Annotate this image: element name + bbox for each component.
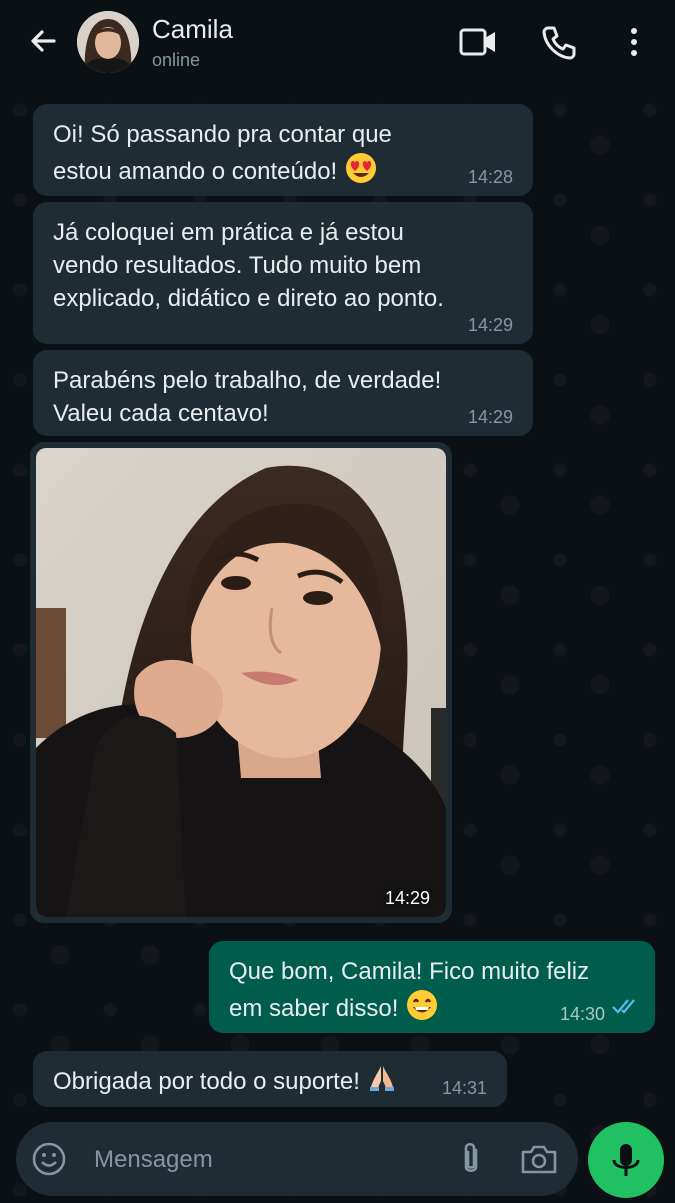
message-bubble-incoming[interactable]: Já coloquei em prática e já estou vendo … [33, 202, 533, 344]
message-time: 14:29 [467, 315, 513, 335]
message-text-line: vendo resultados. Tudo muito bem [53, 252, 422, 279]
more-options-icon[interactable] [622, 24, 646, 65]
message-text-line: Já coloquei em prática e já estou [53, 219, 404, 246]
back-arrow-icon[interactable] [24, 22, 64, 62]
message-bubble-incoming[interactable]: Parabéns pelo trabalho, de verdade! Vale… [33, 350, 533, 436]
message-time: 14:29 [384, 888, 430, 908]
message-text-line: explicado, didático e direto ao ponto. [53, 285, 444, 312]
message-time: 14:28 [467, 167, 513, 187]
avatar[interactable] [77, 11, 139, 73]
message-text-line: Parabéns pelo trabalho, de verdade! [53, 367, 442, 394]
message-text-line: Valeu cada centavo! [53, 400, 269, 427]
microphone-icon [612, 1144, 640, 1176]
read-double-check-icon [611, 991, 639, 1024]
message-bubble-outgoing[interactable]: Que bom, Camila! Fico muito feliz em sab… [209, 941, 655, 1033]
message-text-line: Obrigada por todo o suporte! [53, 1067, 360, 1095]
message-composer [16, 1122, 578, 1196]
heart-eyes-emoji [344, 151, 378, 194]
message-time: 14:31 [441, 1078, 487, 1098]
message-text-line: em saber disso! [229, 994, 399, 1022]
message-text-line: Que bom, Camila! Fico muito feliz [229, 958, 590, 985]
message-text-line: Oi! Só passando pra contar que [53, 121, 392, 148]
contact-status: online [152, 50, 201, 70]
message-text-line: estou amando o conteúdo! [53, 157, 338, 185]
emoji-icon[interactable] [30, 1140, 68, 1183]
folded-hands-emoji [367, 1063, 397, 1102]
phone-call-icon[interactable] [540, 24, 578, 67]
message-input[interactable] [92, 1140, 416, 1180]
attach-icon[interactable] [456, 1140, 486, 1183]
selfie-photo[interactable] [36, 448, 446, 917]
message-time: 14:30 [559, 1004, 605, 1024]
message-bubble-incoming[interactable]: Obrigada por todo o suporte! 14:31 [33, 1051, 507, 1107]
microphone-button[interactable] [588, 1122, 664, 1198]
chat-header: Camila online [0, 0, 675, 90]
message-time: 14:29 [467, 407, 513, 427]
image-message-bubble[interactable]: 14:29 [30, 442, 452, 923]
contact-name[interactable]: Camila [152, 14, 233, 45]
message-bubble-incoming[interactable]: Oi! Só passando pra contar que estou ama… [33, 104, 533, 196]
camera-icon[interactable] [519, 1140, 559, 1183]
grinning-emoji [405, 988, 439, 1031]
video-call-icon[interactable] [458, 24, 498, 65]
